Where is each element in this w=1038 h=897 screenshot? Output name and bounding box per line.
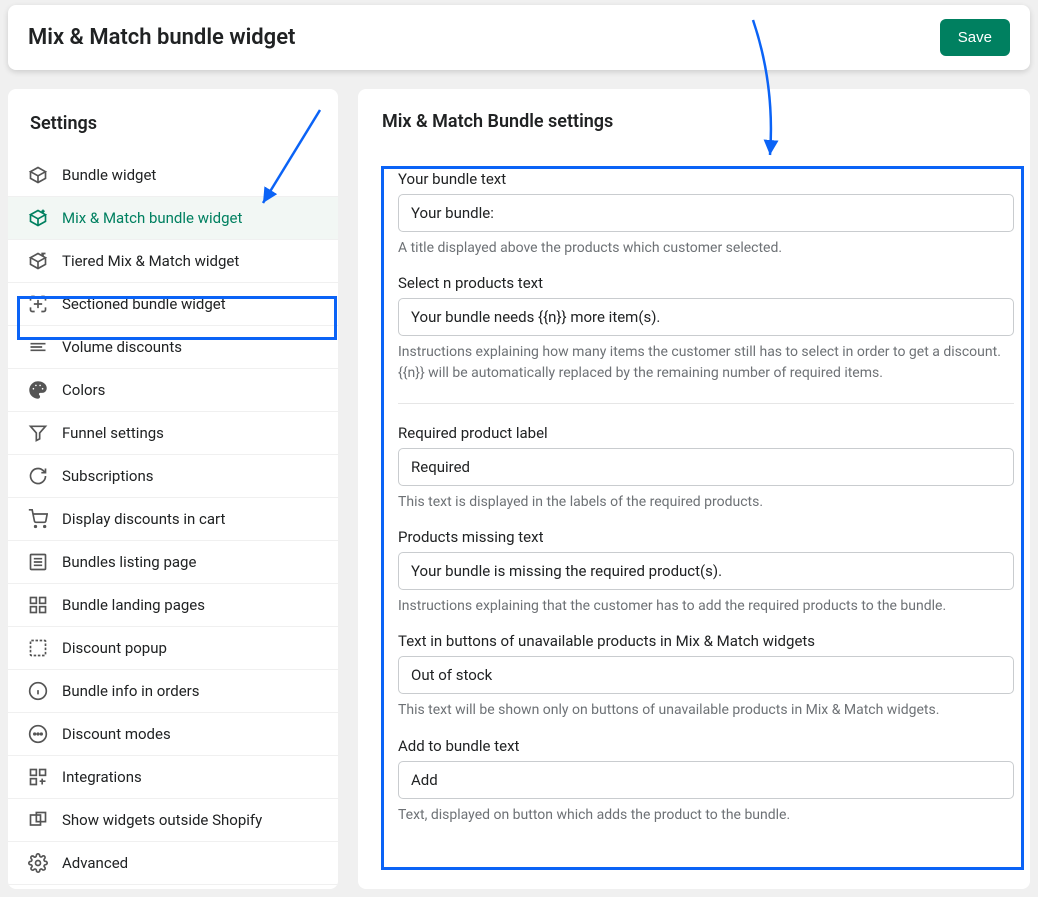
select-n-products-text-input[interactable] xyxy=(398,298,1014,336)
sidebar-item-subscriptions[interactable]: Subscriptions xyxy=(8,455,338,498)
sidebar-item-integrations[interactable]: Integrations xyxy=(8,756,338,799)
field-label: Required product label xyxy=(398,424,1014,442)
help-text: A title displayed above the products whi… xyxy=(398,238,1014,258)
popup-icon xyxy=(28,638,48,658)
page-header: Mix & Match bundle widget Save xyxy=(8,5,1030,70)
page-title: Mix & Match bundle widget xyxy=(28,25,295,50)
sidebar-list: Bundle widget Mix & Match bundle widget … xyxy=(8,154,338,885)
refresh-icon xyxy=(28,466,48,486)
sidebar-item-advanced[interactable]: Advanced xyxy=(8,842,338,885)
sidebar-item-volume-discounts[interactable]: Volume discounts xyxy=(8,326,338,369)
grid-icon xyxy=(28,595,48,615)
sidebar-item-discount-popup[interactable]: Discount popup xyxy=(8,627,338,670)
help-text: Instructions explaining that the custome… xyxy=(398,596,1014,616)
field-label: Text in buttons of unavailable products … xyxy=(398,632,1014,650)
sidebar-item-label: Advanced xyxy=(62,854,128,872)
field-label: Your bundle text xyxy=(398,170,1014,188)
sidebar-item-label: Funnel settings xyxy=(62,424,164,442)
sidebar-item-label: Bundle info in orders xyxy=(62,682,200,700)
field-label: Products missing text xyxy=(398,528,1014,546)
sidebar-item-label: Display discounts in cart xyxy=(62,510,225,528)
external-icon xyxy=(28,810,48,830)
sidebar-item-label: Tiered Mix & Match widget xyxy=(62,252,239,270)
sidebar-item-display-discounts-cart[interactable]: Display discounts in cart xyxy=(8,498,338,541)
sidebar-item-label: Bundles listing page xyxy=(62,553,196,571)
form-panel: Your bundle text A title displayed above… xyxy=(382,152,1030,859)
help-text: This text is displayed in the labels of … xyxy=(398,492,1014,512)
more-icon xyxy=(28,724,48,744)
sidebar-item-label: Discount modes xyxy=(62,725,171,743)
main-panel: Mix & Match Bundle settings Your bundle … xyxy=(358,89,1030,889)
sidebar-item-label: Volume discounts xyxy=(62,338,182,356)
your-bundle-text-input[interactable] xyxy=(398,194,1014,232)
sidebar-item-bundle-widget[interactable]: Bundle widget xyxy=(8,154,338,197)
divider xyxy=(398,403,1014,404)
sidebar-item-label: Sectioned bundle widget xyxy=(62,295,226,313)
sidebar-item-bundle-landing[interactable]: Bundle landing pages xyxy=(8,584,338,627)
sidebar-item-discount-modes[interactable]: Discount modes xyxy=(8,713,338,756)
add-to-bundle-text-input[interactable] xyxy=(398,761,1014,799)
sidebar-item-show-widgets-outside[interactable]: Show widgets outside Shopify xyxy=(8,799,338,842)
sidebar-item-label: Integrations xyxy=(62,768,142,786)
unavailable-button-text-input[interactable] xyxy=(398,656,1014,694)
sidebar-item-label: Subscriptions xyxy=(62,467,153,485)
cart-icon xyxy=(28,509,48,529)
field-required-product-label: Required product label This text is disp… xyxy=(398,424,1014,512)
field-select-n-products-text: Select n products text Instructions expl… xyxy=(398,274,1014,383)
integrations-icon xyxy=(28,767,48,787)
sidebar-item-funnel-settings[interactable]: Funnel settings xyxy=(8,412,338,455)
save-button[interactable]: Save xyxy=(940,19,1010,56)
field-label: Select n products text xyxy=(398,274,1014,292)
discount-icon xyxy=(28,337,48,357)
content-area: Settings Bundle widget Mix & Match bundl… xyxy=(0,75,1038,897)
funnel-icon xyxy=(28,423,48,443)
sidebar-title: Settings xyxy=(8,89,338,154)
required-product-label-input[interactable] xyxy=(398,448,1014,486)
list-icon xyxy=(28,552,48,572)
field-products-missing-text: Products missing text Instructions expla… xyxy=(398,528,1014,616)
settings-sidebar: Settings Bundle widget Mix & Match bundl… xyxy=(8,89,338,889)
sidebar-item-label: Show widgets outside Shopify xyxy=(62,811,262,829)
sidebar-item-mix-match-bundle-widget[interactable]: Mix & Match bundle widget xyxy=(8,197,338,240)
main-title: Mix & Match Bundle settings xyxy=(382,111,1030,132)
help-text: Text, displayed on button which adds the… xyxy=(398,805,1014,825)
field-label: Add to bundle text xyxy=(398,737,1014,755)
info-icon xyxy=(28,681,48,701)
sidebar-item-label: Bundle widget xyxy=(62,166,156,184)
sidebar-item-colors[interactable]: Colors xyxy=(8,369,338,412)
sidebar-item-bundles-listing[interactable]: Bundles listing page xyxy=(8,541,338,584)
sidebar-item-label: Colors xyxy=(62,381,105,399)
sidebar-item-label: Discount popup xyxy=(62,639,167,657)
products-missing-text-input[interactable] xyxy=(398,552,1014,590)
palette-icon xyxy=(28,380,48,400)
sidebar-item-tiered-mix-match[interactable]: Tiered Mix & Match widget xyxy=(8,240,338,283)
sidebar-item-sectioned-bundle[interactable]: Sectioned bundle widget xyxy=(8,283,338,326)
sidebar-item-label: Mix & Match bundle widget xyxy=(62,209,242,227)
cube-plus-icon xyxy=(28,208,48,228)
section-icon xyxy=(28,294,48,314)
field-unavailable-button-text: Text in buttons of unavailable products … xyxy=(398,632,1014,720)
help-text: This text will be shown only on buttons … xyxy=(398,700,1014,720)
sidebar-item-bundle-info-orders[interactable]: Bundle info in orders xyxy=(8,670,338,713)
cube-tiered-icon xyxy=(28,251,48,271)
field-your-bundle-text: Your bundle text A title displayed above… xyxy=(398,170,1014,258)
cube-icon xyxy=(28,165,48,185)
help-text: Instructions explaining how many items t… xyxy=(398,342,1014,383)
field-add-to-bundle-text: Add to bundle text Text, displayed on bu… xyxy=(398,737,1014,825)
gear-icon xyxy=(28,853,48,873)
sidebar-item-label: Bundle landing pages xyxy=(62,596,205,614)
